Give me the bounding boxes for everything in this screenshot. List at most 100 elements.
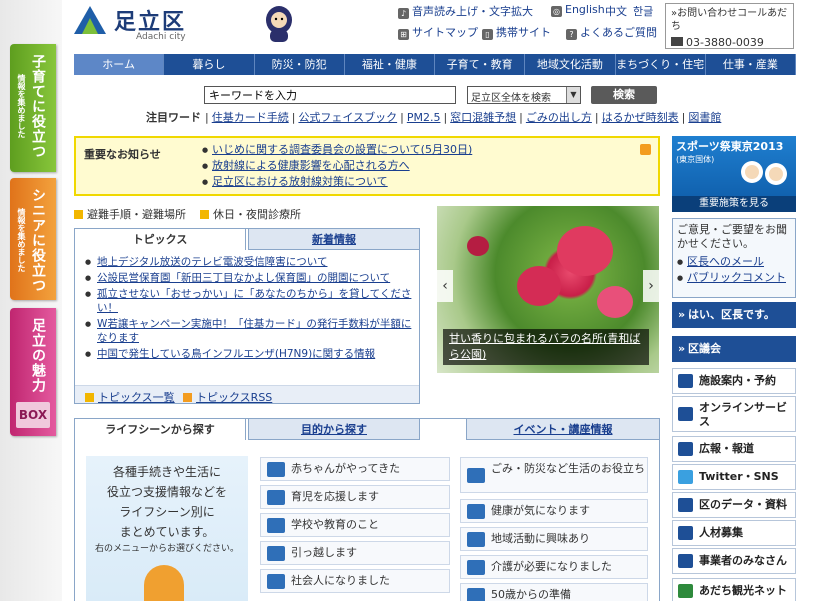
logo-mark-accent-icon bbox=[82, 18, 98, 34]
evac-link[interactable]: 避難手順・避難場所 bbox=[74, 206, 186, 222]
tourism-icon bbox=[678, 584, 693, 598]
life-item-label: 育児を応援します bbox=[291, 490, 379, 503]
side-recruit[interactable]: 人材募集 bbox=[672, 520, 796, 546]
nav-living[interactable]: 暮らし bbox=[164, 54, 255, 75]
life-item-life[interactable]: ごみ・防災など生活のお役立ち bbox=[460, 457, 648, 493]
nav-housing[interactable]: まちづくり・住宅 bbox=[616, 54, 706, 75]
notice-item[interactable]: 放射線による健康影響を心配される方へ bbox=[202, 158, 472, 174]
sports-button[interactable]: 重要施策を見る bbox=[672, 196, 796, 212]
keyword-link[interactable]: はるかぜ時刻表 bbox=[602, 111, 679, 124]
keyword-link[interactable]: 住基カード手続 bbox=[212, 111, 289, 124]
keyword-link[interactable]: ごみの出し方 bbox=[526, 111, 592, 124]
site-logo[interactable]: 足立区 Adachi city bbox=[74, 4, 204, 44]
tab-topics[interactable]: トピックス bbox=[74, 228, 246, 250]
night-clinic-link[interactable]: 休日・夜間診療所 bbox=[200, 206, 301, 222]
side-sns[interactable]: Twitter・SNS bbox=[672, 464, 796, 490]
side-label: Twitter・SNS bbox=[699, 470, 779, 483]
topics-rss-link[interactable]: トピックスRSS bbox=[183, 389, 272, 405]
pen-icon bbox=[678, 554, 693, 568]
life-item-moving[interactable]: 引っ越します bbox=[260, 541, 450, 565]
arrow-icon bbox=[85, 393, 94, 402]
sitemap-link[interactable]: ⊞ サイトマップ bbox=[398, 24, 478, 40]
topic-item[interactable]: W若譲キャンペーン実施中！「住基カード」の発行手数料が半額になります bbox=[85, 317, 415, 345]
topics-footer: トピックス一覧 トピックスRSS bbox=[75, 385, 419, 405]
voice-link[interactable]: ♪ 音声読み上げ・文字拡大 bbox=[398, 3, 533, 19]
topic-item[interactable]: 公設民営保育園「新田三丁目なかよし保育園」の開園について bbox=[85, 271, 415, 285]
rss-icon[interactable] bbox=[640, 144, 651, 155]
chinese-link[interactable]: 中文 bbox=[605, 3, 627, 19]
nav-safety[interactable]: 防災・防犯 bbox=[255, 54, 345, 75]
side-pr[interactable]: 広報・報道 bbox=[672, 436, 796, 462]
notice-item[interactable]: いじめに関する調査委員会の設置について(5月30日) bbox=[202, 142, 472, 158]
notice-label: 重要なお知らせ bbox=[84, 148, 161, 161]
english-link[interactable]: ◎ English bbox=[551, 3, 605, 17]
topic-item[interactable]: 中国で発生している鳥インフルエンザ(H7N9)に関する情報 bbox=[85, 347, 415, 361]
sports-banner[interactable]: スポーツ祭東京2013 (東京国体) 重要施策を見る bbox=[672, 136, 796, 212]
briefcase-icon bbox=[267, 574, 285, 589]
mayor-button[interactable]: はい、区長です。 bbox=[672, 302, 796, 328]
keyword-link[interactable]: 窓口混雑予想 bbox=[450, 111, 516, 124]
rail-tab-senior[interactable]: シニアに役立つ 情報を集めました bbox=[10, 178, 56, 300]
life-item-label: 赤ちゃんがやってきた bbox=[291, 462, 401, 475]
assembly-button[interactable]: 区議会 bbox=[672, 336, 796, 362]
life-item-care[interactable]: 介護が必要になりました bbox=[460, 555, 648, 579]
arrow-icon bbox=[200, 210, 209, 219]
life-item-health[interactable]: 健康が気になります bbox=[460, 499, 648, 523]
mascot-figure-icon bbox=[144, 565, 184, 601]
life-item-parenting[interactable]: 育児を応援します bbox=[260, 485, 450, 509]
topics-list-link[interactable]: トピックス一覧 bbox=[85, 389, 175, 405]
side-label: 人材募集 bbox=[699, 526, 743, 539]
slide-next-button[interactable]: › bbox=[643, 270, 659, 302]
people-icon bbox=[467, 532, 485, 547]
search-input[interactable] bbox=[204, 86, 456, 104]
nav-childcare[interactable]: 子育て・教育 bbox=[435, 54, 526, 75]
tab-purpose[interactable]: 目的から探す bbox=[248, 418, 420, 440]
callcenter-box[interactable]: »お問い合わせコールあだち 03-3880-0039 bbox=[665, 3, 794, 49]
callcenter-label: »お問い合わせコールあだち bbox=[671, 8, 788, 32]
side-data[interactable]: 区のデータ・資料 bbox=[672, 492, 796, 518]
life-item-worker[interactable]: 社会人になりました bbox=[260, 569, 450, 593]
side-label: オンラインサービス bbox=[699, 401, 787, 428]
side-label: 広報・報道 bbox=[699, 442, 754, 455]
global-nav: ホーム 暮らし 防災・防犯 福祉・健康 子育て・教育 地域文化活動 まちづくり・… bbox=[74, 54, 796, 75]
notice-item[interactable]: 足立区における放射線対策について bbox=[202, 174, 472, 190]
nav-business[interactable]: 仕事・産業 bbox=[706, 54, 796, 75]
keyword-link[interactable]: PM2.5 bbox=[407, 111, 441, 124]
faq-link[interactable]: ? よくあるご質問 bbox=[566, 24, 657, 40]
sitemap-link-label: サイトマップ bbox=[412, 26, 478, 39]
evac-link-label: 避難手順・避難場所 bbox=[87, 208, 186, 221]
life-item-label: 50歳からの準備 bbox=[491, 588, 571, 601]
tab-news[interactable]: 新着情報 bbox=[248, 228, 420, 250]
life-item-fifty[interactable]: 50歳からの準備 bbox=[460, 583, 648, 601]
life-item-baby[interactable]: 赤ちゃんがやってきた bbox=[260, 457, 450, 481]
tab-lifescene[interactable]: ライフシーンから探す bbox=[74, 418, 246, 440]
life-item-community[interactable]: 地域活動に興味あり bbox=[460, 527, 648, 551]
keyword-link[interactable]: 公式フェイスブック bbox=[298, 111, 397, 124]
side-business[interactable]: 事業者のみなさん bbox=[672, 548, 796, 574]
topic-item[interactable]: 孤立させない「おせっかい」に「あなたのちから」を貸してください！ bbox=[85, 287, 415, 315]
feature-slideshow[interactable]: ‹ › 甘い香りに包まれるバラの名所(青和ばら公園) bbox=[437, 206, 659, 373]
speaker-icon: ♪ bbox=[398, 8, 409, 19]
tab-events[interactable]: イベント・講座情報 bbox=[466, 418, 660, 440]
search-button[interactable]: 検索 bbox=[591, 86, 657, 104]
side-online[interactable]: オンラインサービス bbox=[672, 396, 796, 432]
wheelchair-icon bbox=[467, 560, 485, 575]
search-scope-select[interactable]: 足立区全体を検索 ▼ bbox=[467, 86, 581, 104]
slide-caption[interactable]: 甘い香りに包まれるバラの名所(青和ばら公園) bbox=[443, 329, 649, 365]
rail-tab-childcare[interactable]: 子育てに役立つ 情報を集めました bbox=[10, 44, 56, 172]
slide-prev-button[interactable]: ‹ bbox=[437, 270, 453, 302]
opinion-comment-link[interactable]: パブリックコメント bbox=[677, 271, 791, 285]
opinion-mail-link[interactable]: 区長へのメール bbox=[677, 255, 791, 269]
side-facilities[interactable]: 施設案内・予約 bbox=[672, 368, 796, 394]
nav-welfare[interactable]: 福祉・健康 bbox=[345, 54, 435, 75]
nav-home[interactable]: ホーム bbox=[74, 54, 165, 75]
night-clinic-label: 休日・夜間診療所 bbox=[213, 208, 301, 221]
life-item-school[interactable]: 学校や教育のこと bbox=[260, 513, 450, 537]
side-tourism[interactable]: あだち観光ネット bbox=[672, 578, 796, 601]
topic-item[interactable]: 地上デジタル放送のテレビ電波受信障害について bbox=[85, 255, 415, 269]
keyword-link[interactable]: 図書館 bbox=[688, 111, 721, 124]
rail-tab-charm[interactable]: 足立の魅力 BOX bbox=[10, 308, 56, 436]
nav-culture[interactable]: 地域文化活動 bbox=[525, 54, 616, 75]
mobile-link[interactable]: ▯ 携帯サイト bbox=[482, 24, 551, 40]
korean-link[interactable]: 한글 bbox=[633, 3, 653, 19]
